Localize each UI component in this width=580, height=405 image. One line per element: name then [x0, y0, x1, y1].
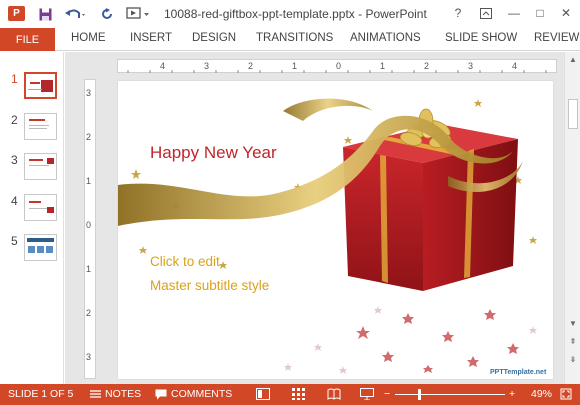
- zoom-slider-track[interactable]: [395, 394, 505, 395]
- ruler-label: 2: [86, 132, 92, 142]
- vertical-scrollbar[interactable]: ▲ ▼ ⇞ ⇟: [564, 52, 580, 384]
- notes-icon: [90, 390, 101, 398]
- slide-thumbnail-3[interactable]: 3: [0, 153, 64, 187]
- slide-thumbnail-4[interactable]: 4: [0, 194, 64, 228]
- reading-view-icon: [327, 388, 341, 400]
- zoom-out-button[interactable]: −: [384, 388, 390, 400]
- tab-file[interactable]: FILE: [0, 28, 55, 51]
- tab-transitions[interactable]: TRANSITIONS: [256, 32, 333, 44]
- comments-button[interactable]: COMMENTS: [155, 388, 232, 400]
- tab-slide-show[interactable]: SLIDE SHOW: [445, 32, 517, 44]
- ruler-label: 2: [248, 61, 254, 71]
- save-icon[interactable]: [37, 5, 53, 23]
- ruler-label: 1: [86, 264, 92, 274]
- vertical-ruler: 3 2 1 0 1 2 3: [84, 79, 96, 379]
- thumbnail-preview: [24, 72, 57, 99]
- thumbnail-number: 4: [11, 194, 18, 208]
- normal-view-button[interactable]: [256, 388, 270, 400]
- document-title: 10088-red-giftbox-ppt-template.pptx - Po…: [164, 7, 427, 21]
- ruler-label: 1: [380, 61, 386, 71]
- thumbnail-preview: [24, 113, 57, 140]
- ruler-label: 3: [86, 352, 92, 362]
- slide-sorter-button[interactable]: [292, 388, 306, 400]
- minimize-button[interactable]: —: [502, 4, 526, 22]
- next-slide-icon[interactable]: ⇟: [565, 352, 580, 366]
- ruler-label: 4: [512, 61, 518, 71]
- slide-counter: SLIDE 1 OF 5: [8, 388, 74, 400]
- slide-canvas[interactable]: Happy New Year Click to edit Master subt…: [118, 81, 553, 379]
- slide-title[interactable]: Happy New Year: [150, 143, 277, 163]
- thumbnail-number: 1: [11, 72, 18, 86]
- slide-subtitle-line-1[interactable]: Click to edit: [150, 254, 220, 269]
- thumbnail-preview: [24, 234, 57, 261]
- ruler-label: 1: [86, 176, 92, 186]
- scroll-up-icon[interactable]: ▲: [565, 52, 580, 66]
- status-bar: SLIDE 1 OF 5 NOTES COMMENTS − + 49%: [0, 384, 580, 405]
- slide-thumbnail-5[interactable]: 5: [0, 234, 64, 268]
- normal-view-icon: [256, 388, 270, 400]
- slide-subtitle-line-2[interactable]: Master subtitle style: [150, 278, 269, 293]
- powerpoint-app-icon[interactable]: P: [8, 6, 25, 21]
- ruler-label: 4: [160, 61, 166, 71]
- thumbnail-number: 3: [11, 153, 18, 167]
- start-from-beginning-icon[interactable]: [124, 5, 154, 23]
- gift-box-illustration: [118, 98, 537, 374]
- ruler-label: 3: [204, 61, 210, 71]
- thumbnail-number: 2: [11, 113, 18, 127]
- tab-review[interactable]: REVIEW: [534, 32, 579, 44]
- ruler-label: 3: [86, 88, 92, 98]
- ribbon-display-options-icon[interactable]: [474, 4, 498, 22]
- ruler-label: 3: [468, 61, 474, 71]
- zoom-in-button[interactable]: +: [509, 388, 515, 400]
- tab-design[interactable]: DESIGN: [192, 32, 236, 44]
- slide-sorter-icon: [292, 388, 305, 400]
- ruler-label: 2: [86, 308, 92, 318]
- comment-icon: [155, 389, 167, 399]
- horizontal-ruler: 4 3 2 1 0 1 2 3 4: [117, 59, 557, 73]
- slide-show-icon: [360, 388, 374, 400]
- slide-show-button[interactable]: [360, 388, 374, 400]
- ruler-label: 0: [336, 61, 342, 71]
- ruler-label: 2: [424, 61, 430, 71]
- thumbnail-preview: [24, 194, 57, 221]
- zoom-slider-thumb[interactable]: [417, 389, 421, 400]
- reading-view-button[interactable]: [327, 388, 341, 400]
- scroll-thumb[interactable]: [568, 99, 578, 129]
- help-button[interactable]: ?: [446, 4, 470, 22]
- thumbnail-number: 5: [11, 234, 18, 248]
- title-bar: P 10088-red-giftbox-ppt-template.pptx - …: [0, 0, 580, 28]
- tab-animations[interactable]: ANIMATIONS: [350, 32, 421, 44]
- fit-to-window-icon: [560, 388, 572, 400]
- slide-thumbnail-1[interactable]: 1: [0, 72, 64, 106]
- undo-icon[interactable]: [62, 5, 88, 23]
- ruler-label: 0: [86, 220, 92, 230]
- thumbnail-preview: [24, 153, 57, 180]
- notes-label: NOTES: [105, 388, 142, 400]
- slide-thumbnails-pane: 1 2 3 4 5: [0, 52, 64, 384]
- ruler-label: 1: [292, 61, 298, 71]
- slide-thumbnail-2[interactable]: 2: [0, 113, 64, 147]
- restore-button[interactable]: □: [528, 4, 552, 22]
- comments-label: COMMENTS: [171, 388, 233, 400]
- ribbon-tabs: FILE HOME INSERT DESIGN TRANSITIONS ANIM…: [0, 28, 580, 51]
- fit-slide-button[interactable]: [560, 388, 572, 400]
- redo-icon[interactable]: [99, 5, 115, 23]
- zoom-level[interactable]: 49%: [531, 388, 552, 400]
- close-button[interactable]: ✕: [554, 4, 578, 22]
- notes-button[interactable]: NOTES: [90, 388, 141, 400]
- tab-insert[interactable]: INSERT: [130, 32, 172, 44]
- previous-slide-icon[interactable]: ⇞: [565, 334, 580, 348]
- slide-editing-area: 4 3 2 1 0 1 2 3 4 3 2 1 0 1 2 3 Happy Ne…: [65, 52, 564, 384]
- pptemplate-logo: PPTTemplate.net: [490, 369, 547, 376]
- scroll-down-icon[interactable]: ▼: [565, 316, 580, 330]
- tab-home[interactable]: HOME: [71, 32, 106, 44]
